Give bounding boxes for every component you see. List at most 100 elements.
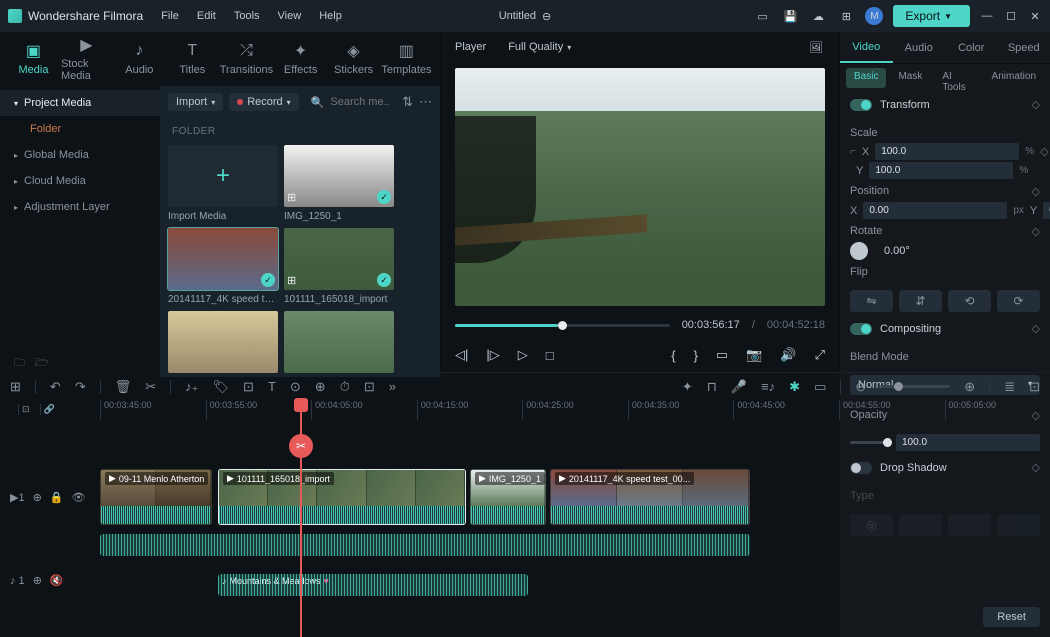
menu-tools[interactable]: Tools — [234, 10, 260, 22]
transform-toggle[interactable] — [850, 99, 872, 111]
step-back-icon[interactable]: |▷ — [486, 347, 499, 363]
link-icon[interactable]: ⌐ — [850, 146, 856, 157]
tab-stickers[interactable]: ◈Stickers — [328, 38, 379, 80]
prop-sub-animation[interactable]: Animation — [984, 68, 1044, 88]
audio-clip[interactable]: ♪Mountains & Meadows♥ — [218, 574, 528, 596]
tab-audio[interactable]: ♪Audio — [114, 38, 165, 80]
scale-x-input[interactable] — [875, 143, 1019, 160]
thumb-item[interactable]: ⊞✓ IMG_1250_1 — [284, 145, 394, 222]
tree-global-media[interactable]: ▸Global Media — [0, 142, 160, 168]
search-field[interactable]: 🔍 — [305, 96, 396, 109]
flip-v-button[interactable]: ⇵ — [899, 290, 942, 312]
clip[interactable]: ▶20141117_4K speed test_00... — [550, 469, 750, 525]
new-folder-icon[interactable]: 🗁 — [35, 354, 49, 373]
scale-y-input[interactable] — [869, 162, 1013, 179]
text-icon[interactable]: T — [268, 379, 276, 394]
tab-templates[interactable]: ▥Templates — [381, 38, 432, 80]
track-add-icon[interactable]: ⊕ — [33, 574, 42, 587]
monitor-icon[interactable]: ▭ — [753, 7, 771, 25]
track-mute-icon[interactable]: 🔇 — [50, 574, 64, 587]
filter-icon[interactable]: ⇅ — [402, 94, 413, 110]
preview-viewport[interactable] — [455, 68, 825, 306]
thumb-item[interactable] — [168, 311, 278, 373]
export-button[interactable]: Export▼ — [893, 5, 970, 27]
search-input[interactable] — [330, 96, 390, 108]
record-dropdown[interactable]: Record▾ — [229, 93, 298, 111]
grid-icon[interactable]: ⊞ — [10, 379, 21, 395]
minimize-button[interactable]: — — [980, 10, 994, 22]
progress-slider[interactable] — [455, 324, 670, 327]
thumb-item[interactable]: ⊞✓ 101111_165018_import — [284, 228, 394, 305]
save-icon[interactable]: 💾 — [781, 7, 799, 25]
tag-icon[interactable]: 🏷 — [213, 379, 230, 395]
aspect-icon[interactable]: ▭ — [814, 379, 826, 395]
volume-icon[interactable]: 🔊 — [780, 347, 796, 363]
quality-dropdown[interactable]: Full Quality ▾ — [500, 38, 579, 56]
crop-icon[interactable]: ⊡ — [243, 379, 254, 395]
keyframe-icon[interactable]: ◇ — [1032, 322, 1040, 335]
music-icon[interactable]: ♪₊ — [185, 379, 198, 395]
prop-tab-color[interactable]: Color — [945, 32, 998, 63]
keyframe-icon[interactable]: ◇ — [1032, 185, 1040, 198]
tree-adjustment-layer[interactable]: ▸Adjustment Layer — [0, 194, 160, 220]
pos-x-input[interactable] — [863, 202, 1007, 219]
cut-icon[interactable]: ✂ — [145, 379, 156, 395]
track-add-icon[interactable]: ⊕ — [33, 491, 42, 504]
settings-icon[interactable]: ⊡ — [1029, 379, 1040, 395]
play-icon[interactable]: ▷ — [518, 347, 528, 363]
thumb-import[interactable]: + Import Media — [168, 145, 278, 222]
rotate-knob[interactable] — [850, 242, 868, 260]
timer-icon[interactable]: ⊙ — [290, 379, 301, 395]
cloud-icon[interactable]: ☁ — [809, 7, 827, 25]
prev-frame-icon[interactable]: ◁| — [455, 347, 468, 363]
menu-file[interactable]: File — [161, 10, 179, 22]
audio-waveform[interactable] — [100, 534, 750, 556]
clip[interactable]: ▶101111_165018_import — [218, 469, 466, 525]
pos-y-input[interactable] — [1043, 202, 1050, 219]
user-avatar[interactable]: M — [865, 7, 883, 25]
tracking-icon[interactable]: ⊡ — [364, 379, 375, 395]
menu-help[interactable]: Help — [319, 10, 342, 22]
prop-tab-speed[interactable]: Speed — [998, 32, 1050, 63]
prop-tab-video[interactable]: Video — [840, 32, 893, 63]
redo-icon[interactable]: ↷ — [75, 379, 86, 395]
menu-edit[interactable]: Edit — [197, 10, 216, 22]
keyframe-icon[interactable]: ◇ — [1032, 98, 1040, 111]
link-icon[interactable]: ✱ — [789, 379, 800, 395]
display-icon[interactable]: ▭ — [716, 347, 728, 363]
mixer-icon[interactable]: ≡♪ — [761, 379, 775, 394]
clip[interactable]: ▶IMG_1250_1 — [470, 469, 546, 525]
zoom-in-icon[interactable]: ⊕ — [964, 379, 975, 395]
tab-media[interactable]: ▣Media — [8, 38, 59, 80]
thumb-item[interactable] — [284, 311, 394, 373]
prop-sub-basic[interactable]: Basic — [846, 68, 886, 88]
rotate-cw-button[interactable]: ⟳ — [997, 290, 1040, 312]
list-view-icon[interactable]: ≣ — [1004, 379, 1015, 395]
track-visible-icon[interactable]: 👁 — [72, 491, 86, 504]
track-lock-icon[interactable]: 🔒 — [50, 491, 64, 504]
tab-titles[interactable]: TTitles — [167, 38, 218, 80]
menu-view[interactable]: View — [278, 10, 302, 22]
tab-effects[interactable]: ✦Effects — [275, 38, 326, 80]
tab-transitions[interactable]: ⤮Transitions — [220, 38, 273, 80]
camera-icon[interactable]: 📷 — [746, 347, 762, 363]
audio-track-label[interactable]: ♪ 1 — [10, 575, 25, 587]
close-button[interactable]: ✕ — [1028, 10, 1042, 23]
compositing-toggle[interactable] — [850, 323, 872, 335]
bin-icon[interactable]: 🗀 — [14, 354, 25, 373]
more-icon[interactable]: ⋯ — [419, 94, 432, 110]
zoom-out-icon[interactable]: ⊖ — [855, 379, 866, 395]
zoom-slider[interactable] — [880, 385, 950, 388]
keyframe-icon[interactable]: ◇ — [1040, 145, 1048, 158]
fullscreen-icon[interactable]: ⤢ — [815, 347, 825, 363]
prop-tab-audio[interactable]: Audio — [893, 32, 946, 63]
tree-cloud-media[interactable]: ▸Cloud Media — [0, 168, 160, 194]
link-toggle-icon[interactable]: 🔗 — [40, 404, 55, 415]
snapshot-icon[interactable]: 🖼 — [807, 38, 825, 56]
import-dropdown[interactable]: Import▾ — [168, 93, 223, 111]
thumb-item[interactable]: ✓ 20141117_4K speed test_00... — [168, 228, 278, 305]
mark-in-icon[interactable]: { — [671, 348, 675, 363]
playhead[interactable]: ✂ — [300, 400, 302, 637]
tree-project-media[interactable]: ▾Project Media — [0, 90, 160, 116]
mic-icon[interactable]: 🎤 — [731, 379, 747, 395]
